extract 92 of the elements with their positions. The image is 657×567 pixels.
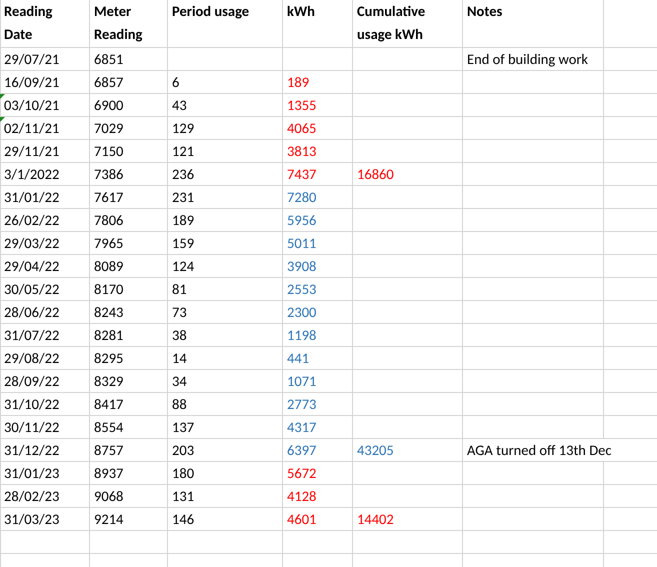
table-cell-text: 28/02/23 [4,486,60,507]
table-cell-text: 6851 [94,49,124,70]
column-header: Meter Reading [94,1,144,45]
table-cell-text: 16860 [357,164,394,185]
table-cell-text: 146 [172,509,194,530]
table-cell-text: 43 [172,95,187,116]
table-cell-text: 14402 [357,509,394,530]
table-cell-text: 2300 [287,302,316,323]
table-cell-text: 4065 [287,118,316,139]
column-header: Reading Date [4,1,54,45]
table-cell-text: 8089 [94,256,124,277]
table-cell-text: 7386 [94,164,124,185]
table-cell-text: 34 [172,371,187,392]
table-cell-text: 6 [172,72,180,93]
table-cell-text: 203 [172,440,194,461]
table-cell-text: 31/01/22 [4,187,60,208]
table-cell-text: 43205 [357,440,394,461]
table-cell-text: 3908 [287,256,316,277]
table-cell-text: 29/07/21 [4,49,60,70]
table-cell-text: 30/11/22 [4,417,60,438]
table-cell-text: 2553 [287,279,316,300]
table-cell-text: 5672 [287,463,316,484]
table-cell-text: 8295 [94,348,124,369]
table-cell-text: 88 [172,394,187,415]
table-cell-text: 31/03/23 [4,509,60,530]
table-cell-text: 7965 [94,233,124,254]
table-cell-text: 6900 [94,95,124,116]
table-cell-text: 8417 [94,394,124,415]
column-header: kWh [287,1,315,22]
column-header: Notes [467,1,502,22]
table-cell-text: 231 [172,187,194,208]
table-cell-text: 8329 [94,371,124,392]
table-cell-text: 7617 [94,187,124,208]
table-cell-text: 5956 [287,210,316,231]
table-cell-text: 1071 [287,371,316,392]
table-cell-text: 31/10/22 [4,394,60,415]
table-cell-text: 236 [172,164,194,185]
table-cell-text: 14 [172,348,187,369]
table-cell-text: 31/01/23 [4,463,60,484]
table-cell-text: 28/09/22 [4,371,60,392]
table-cell-text: 03/10/21 [4,95,60,116]
table-cell-text: 3/1/2022 [4,164,60,185]
table-cell-text: 30/05/22 [4,279,60,300]
table-cell-text: 8757 [94,440,124,461]
table-cell-text: 4317 [287,417,316,438]
table-cell-text: 29/04/22 [4,256,60,277]
table-cell-text: 6857 [94,72,124,93]
table-cell-text: 31/07/22 [4,325,60,346]
table-cell-text: 29/08/22 [4,348,60,369]
table-cell: AGA turned off 13th Dec [467,439,614,461]
table-cell-text: 6397 [287,440,316,461]
table-cell-text: 16/09/21 [4,72,60,93]
table-cell-text: 5011 [287,233,316,254]
table-cell-text: 31/12/22 [4,440,60,461]
table-cell-text: 28/06/22 [4,302,60,323]
column-header: Period usage [172,1,250,22]
table-cell-text: 7029 [94,118,124,139]
table-cell-text: 8243 [94,302,124,323]
table-cell-text: 29/11/21 [4,141,60,162]
table-cell-text: 121 [172,141,194,162]
table-cell-text: 7437 [287,164,316,185]
table-cell-text: 02/11/21 [4,118,60,139]
table-cell-text: 8281 [94,325,124,346]
table-cell-text: 441 [287,348,310,369]
table-cell-text: 29/03/22 [4,233,60,254]
table-cell-text: 1355 [287,95,316,116]
table-cell-text: 26/02/22 [4,210,60,231]
table-cell-text: 8170 [94,279,124,300]
table-cell-text: 4601 [287,509,316,530]
table-cell-text: 81 [172,279,187,300]
table-cell-text: 2773 [287,394,316,415]
table-cell-text: 7150 [94,141,124,162]
table-cell-text: 9214 [94,509,124,530]
table-cell-text: 137 [172,417,194,438]
table-cell-text: 1198 [287,325,316,346]
table-cell-text: 9068 [94,486,124,507]
table-cell-text: 180 [172,463,194,484]
column-header: Cumulative usage kWh [357,1,426,45]
table-cell-text: 7806 [94,210,124,231]
table-cell-text: 38 [172,325,187,346]
table-cell-text: 8554 [94,417,124,438]
table-cell-text: 73 [172,302,187,323]
table-cell-text: 7280 [287,187,316,208]
table-cell-text: 4128 [287,486,316,507]
table-cell-text: 159 [172,233,194,254]
table-cell-text: 131 [172,486,194,507]
table-cell-text: 8937 [94,463,124,484]
table-cell-text: 189 [287,72,310,93]
table-cell-text: 189 [172,210,194,231]
table-cell-text: 124 [172,256,194,277]
table-cell-text: 129 [172,118,194,139]
table-cell-text: 3813 [287,141,316,162]
